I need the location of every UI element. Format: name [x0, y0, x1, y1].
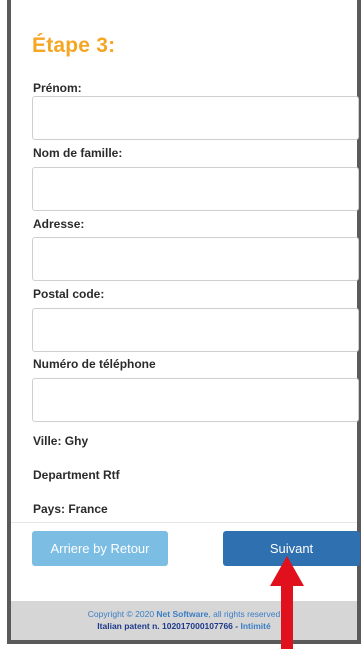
back-button[interactable]: Arriere by Retour: [32, 531, 168, 566]
country-info: Pays: France: [33, 502, 108, 516]
phone-input[interactable]: [32, 378, 359, 422]
department-info: Department Rtf: [33, 468, 120, 482]
last-name-input[interactable]: [32, 167, 359, 211]
last-name-label: Nom de famille:: [33, 146, 123, 160]
city-info: Ville: Ghy: [33, 434, 89, 448]
postal-code-input[interactable]: [32, 308, 359, 352]
red-arrow-annotation: [270, 556, 304, 649]
company-name: Net Software: [156, 609, 209, 619]
address-label: Adresse:: [33, 217, 85, 231]
postal-code-label: Postal code:: [33, 287, 105, 301]
first-name-input[interactable]: [32, 96, 359, 140]
step-title: Étape 3:: [32, 34, 116, 57]
first-name-label: Prénom:: [33, 81, 82, 95]
panel-bottom-edge: [7, 640, 361, 644]
patent-text: Italian patent n. 102017000107766 -: [97, 621, 241, 631]
copyright-text: Copyright © 2020: [87, 609, 157, 619]
address-input[interactable]: [32, 237, 359, 281]
divider: [11, 522, 357, 523]
phone-label: Numéro de téléphone: [33, 357, 156, 371]
